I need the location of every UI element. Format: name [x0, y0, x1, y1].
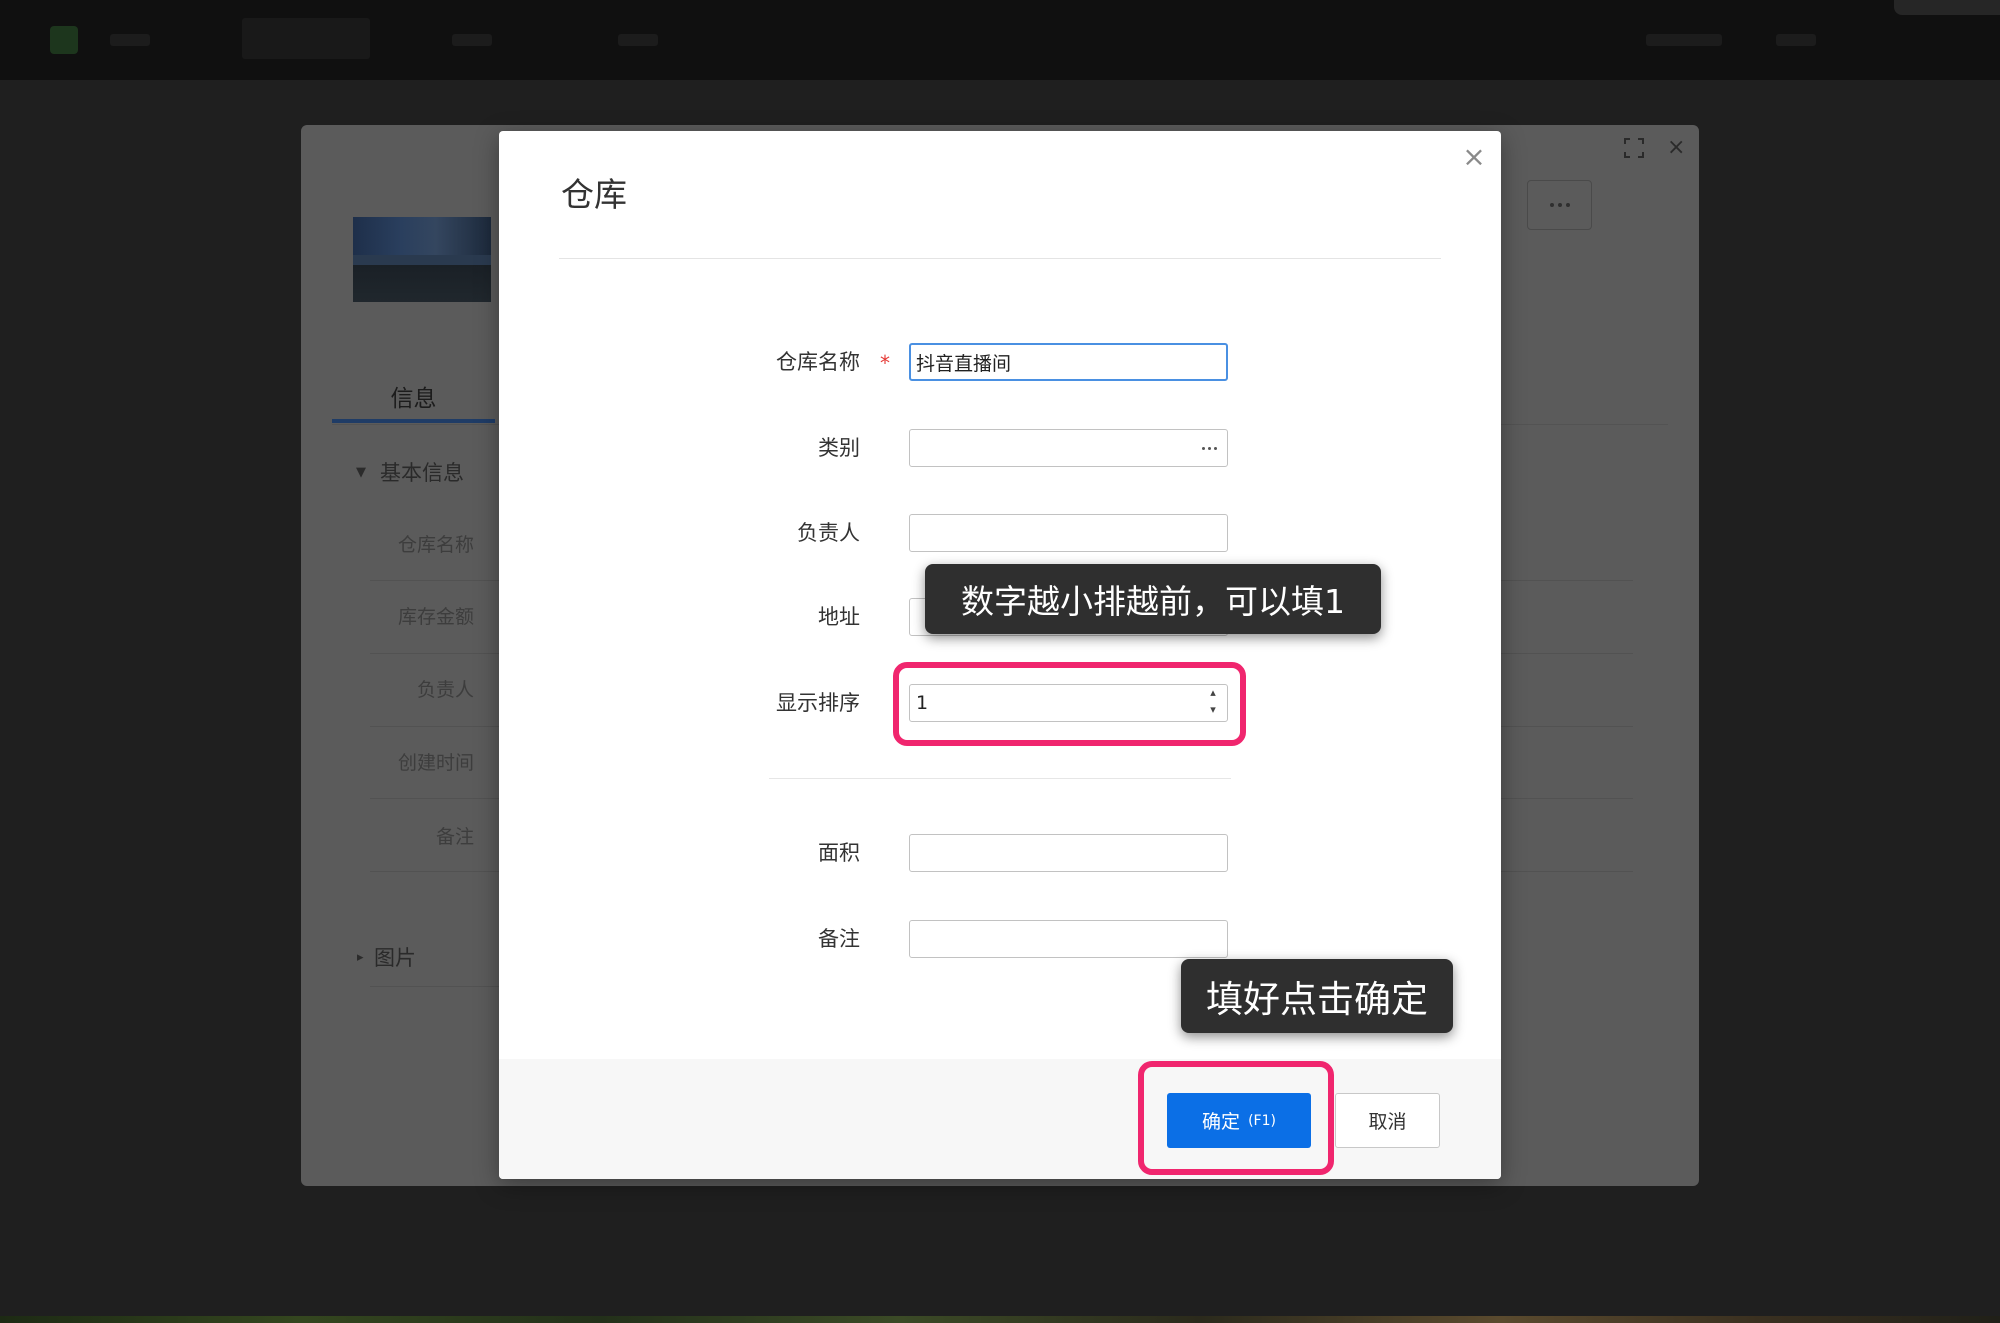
maximize-icon[interactable]	[1624, 138, 1644, 163]
caret-right-icon[interactable]: ▸	[357, 944, 364, 972]
detail-row-label: 仓库名称	[397, 534, 474, 556]
section-basic-info[interactable]: 基本信息	[380, 459, 464, 487]
field-label-name: 仓库名称	[776, 350, 860, 374]
nav-item	[618, 34, 658, 46]
caret-down-icon[interactable]: ▼	[356, 459, 366, 487]
category-input[interactable]	[909, 429, 1228, 467]
field-label-category: 类别	[818, 436, 860, 460]
remark-input[interactable]	[909, 920, 1228, 958]
thumbnail-detail	[353, 255, 491, 265]
close-icon[interactable]: ×	[1459, 139, 1489, 175]
more-actions-button[interactable]	[1527, 180, 1592, 230]
detail-row-label: 创建时间	[397, 752, 474, 774]
more-dots-icon	[1528, 181, 1591, 229]
nav-item-active	[242, 18, 370, 59]
detail-row-label: 负责人	[416, 679, 474, 701]
manager-input[interactable]	[909, 514, 1228, 552]
field-label-area: 面积	[818, 841, 860, 865]
highlight-sort-order	[893, 662, 1246, 746]
detail-row-label: 备注	[435, 826, 474, 848]
field-label-manager: 负责人	[797, 521, 860, 545]
nav-item	[452, 34, 492, 46]
highlight-confirm	[1138, 1061, 1334, 1175]
bottom-image-strip	[0, 1316, 2000, 1323]
dialog-title: 仓库	[561, 175, 627, 214]
app-logo	[50, 26, 78, 54]
tab-info[interactable]: 信息	[332, 384, 495, 414]
form-section-divider	[769, 778, 1231, 779]
warehouse-name-input[interactable]	[909, 343, 1228, 381]
tooltip-confirm: 填好点击确定	[1181, 959, 1453, 1033]
nav-item	[110, 34, 150, 46]
field-label-sort-order: 显示排序	[776, 691, 860, 715]
area-input[interactable]	[909, 834, 1228, 872]
row-divider	[370, 986, 500, 987]
tab-active-underline	[332, 419, 495, 423]
field-label-remark: 备注	[818, 927, 860, 951]
required-mark: *	[880, 351, 890, 375]
cancel-button[interactable]: 取消	[1335, 1093, 1440, 1148]
top-nav-bar	[0, 0, 2000, 80]
detail-row-label: 库存金额	[397, 606, 474, 628]
nav-item	[1646, 34, 1722, 46]
section-images[interactable]: 图片	[374, 944, 416, 972]
ellipsis-icon[interactable]	[1199, 438, 1219, 458]
title-divider	[559, 258, 1441, 259]
corner-indicator	[1894, 0, 2000, 15]
tooltip-sort-order: 数字越小排越前，可以填1	[925, 564, 1381, 634]
nav-item	[1776, 34, 1816, 46]
close-icon[interactable]: ×	[1667, 137, 1685, 159]
field-label-address: 地址	[818, 605, 860, 629]
warehouse-thumbnail	[353, 217, 491, 302]
